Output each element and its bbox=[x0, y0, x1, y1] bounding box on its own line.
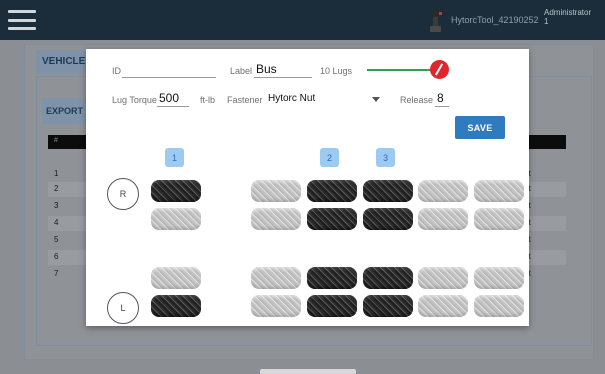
chevron-down-icon[interactable] bbox=[372, 97, 380, 102]
vehicle-config-dialog: ID Label Bus 10 Lugs Lug Torque 500 ft-l… bbox=[86, 49, 529, 326]
tire-dark[interactable] bbox=[151, 295, 201, 317]
tire-dark[interactable] bbox=[307, 208, 357, 230]
release-label: Release bbox=[400, 95, 434, 105]
app-bar: HytorcTool_42190252 Administrator 1 bbox=[0, 0, 605, 40]
row-number: 6 bbox=[54, 252, 59, 261]
tire-dark[interactable] bbox=[363, 267, 413, 289]
id-underline bbox=[122, 77, 216, 78]
row-number: 2 bbox=[54, 184, 59, 193]
side-left-circle[interactable]: L bbox=[107, 292, 139, 324]
id-input[interactable] bbox=[124, 62, 214, 76]
label-underline bbox=[254, 77, 312, 78]
tire-light[interactable] bbox=[251, 267, 301, 289]
tire-light[interactable] bbox=[474, 267, 524, 289]
fastener-select[interactable]: Hytorc Nut bbox=[268, 93, 315, 104]
tire-light[interactable] bbox=[251, 295, 301, 317]
tire-light[interactable] bbox=[418, 295, 468, 317]
tire-dark[interactable] bbox=[307, 295, 357, 317]
tire-light[interactable] bbox=[251, 208, 301, 230]
release-underline bbox=[435, 106, 449, 107]
tire-light[interactable] bbox=[251, 180, 301, 202]
user-level: 1 bbox=[544, 17, 549, 26]
tire-light[interactable] bbox=[418, 180, 468, 202]
id-label: ID bbox=[112, 66, 121, 76]
tool-name: HytorcTool_42190252 bbox=[451, 15, 539, 25]
torque-tool-icon bbox=[430, 10, 442, 32]
torque-unit: ft-lb bbox=[200, 95, 216, 105]
lug-torque-input[interactable]: 500 bbox=[159, 91, 179, 105]
row-number: 1 bbox=[54, 169, 59, 178]
tire-dark[interactable] bbox=[151, 180, 201, 202]
tire-dark[interactable] bbox=[307, 267, 357, 289]
tire-light[interactable] bbox=[474, 295, 524, 317]
row-number: 7 bbox=[54, 269, 59, 278]
lug-torque-label: Lug Torque bbox=[112, 95, 157, 105]
tire-dark[interactable] bbox=[307, 180, 357, 202]
save-button[interactable]: SAVE bbox=[455, 116, 505, 139]
tire-dark[interactable] bbox=[363, 295, 413, 317]
tire-dark[interactable] bbox=[363, 208, 413, 230]
lug-badge-2[interactable]: 2 bbox=[320, 148, 339, 167]
menu-icon[interactable] bbox=[8, 8, 36, 32]
tire-dark[interactable] bbox=[363, 180, 413, 202]
tire-light[interactable] bbox=[151, 208, 201, 230]
tire-light[interactable] bbox=[418, 267, 468, 289]
lug-torque-underline bbox=[157, 106, 189, 107]
tire-light[interactable] bbox=[474, 180, 524, 202]
bottom-handle bbox=[260, 369, 356, 374]
fastener-label: Fastener bbox=[227, 95, 263, 105]
tire-light[interactable] bbox=[474, 208, 524, 230]
lugs-slider-thumb[interactable] bbox=[430, 60, 449, 79]
table-header-number: # bbox=[54, 137, 58, 144]
user-info[interactable]: Administrator 1 bbox=[544, 8, 591, 26]
tire-light[interactable] bbox=[151, 267, 201, 289]
side-right-circle[interactable]: R bbox=[107, 178, 139, 210]
row-number: 5 bbox=[54, 235, 59, 244]
release-input[interactable]: 8 bbox=[437, 91, 444, 105]
lugs-count-label: 10 Lugs bbox=[320, 66, 353, 76]
user-role: Administrator bbox=[544, 8, 592, 17]
row-number: 3 bbox=[54, 201, 59, 210]
row-number: 4 bbox=[54, 218, 59, 227]
label-input[interactable]: Bus bbox=[256, 62, 277, 76]
lug-badge-3[interactable]: 3 bbox=[376, 148, 395, 167]
lug-badge-1[interactable]: 1 bbox=[165, 148, 184, 167]
label-label: Label bbox=[230, 66, 253, 76]
tire-light[interactable] bbox=[418, 208, 468, 230]
